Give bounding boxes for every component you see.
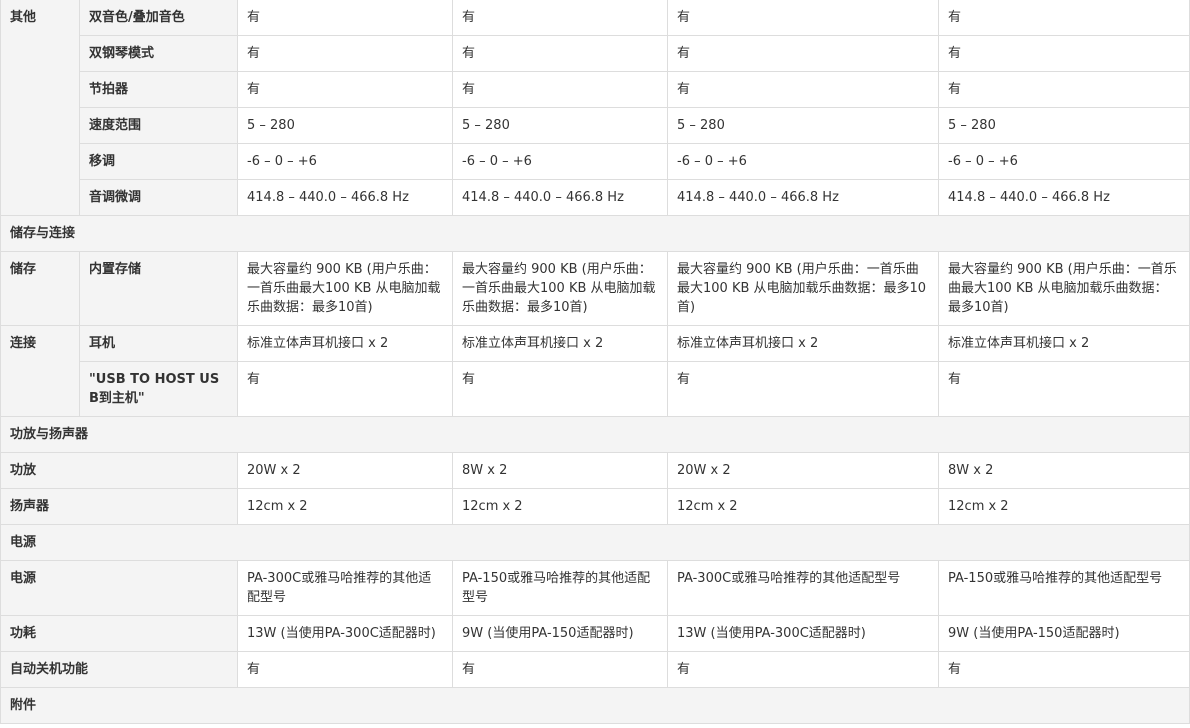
row-label: 音调微调 xyxy=(79,179,238,216)
cell-value: 414.8 – 440.0 – 466.8 Hz xyxy=(938,179,1190,216)
table-row: 自动关机功能 有 有 有 有 xyxy=(0,651,1190,688)
cell-value: 有 xyxy=(667,35,939,72)
row-label: 双音色/叠加音色 xyxy=(79,0,238,36)
cell-value: 414.8 – 440.0 – 466.8 Hz xyxy=(452,179,668,216)
cell-value: 12cm x 2 xyxy=(938,488,1190,525)
cell-value: 标准立体声耳机接口 x 2 xyxy=(452,325,668,362)
cell-value: 有 xyxy=(237,0,453,36)
table-row: 双钢琴模式 有 有 有 有 xyxy=(1,35,1190,72)
cell-value: 有 xyxy=(452,361,668,417)
cell-value: -6 – 0 – +6 xyxy=(237,143,453,180)
cell-value: 有 xyxy=(452,35,668,72)
cell-value: PA-150或雅马哈推荐的其他适配型号 xyxy=(938,560,1190,616)
table-row: 移调 -6 – 0 – +6 -6 – 0 – +6 -6 – 0 – +6 -… xyxy=(1,143,1190,180)
cell-value: 5 – 280 xyxy=(452,107,668,144)
cell-value: 有 xyxy=(938,0,1190,36)
section-title-amp: 功放与扬声器 xyxy=(0,416,1190,453)
table-row: 扬声器 12cm x 2 12cm x 2 12cm x 2 12cm x 2 xyxy=(0,488,1190,525)
table-row: 其他 双音色/叠加音色 有 有 有 有 xyxy=(0,0,1190,216)
cell-value: 标准立体声耳机接口 x 2 xyxy=(667,325,939,362)
cell-value: 标准立体声耳机接口 x 2 xyxy=(237,325,453,362)
table-row: 速度范围 5 – 280 5 – 280 5 – 280 5 – 280 xyxy=(1,107,1190,144)
cell-value: PA-300C或雅马哈推荐的其他适配型号 xyxy=(237,560,453,616)
cell-value: PA-300C或雅马哈推荐的其他适配型号 xyxy=(667,560,939,616)
row-label: 内置存储 xyxy=(79,251,238,326)
cell-value: 最大容量约 900 KB (用户乐曲：一首乐曲最大100 KB 从电脑加载乐曲数… xyxy=(237,251,453,326)
cell-value: 有 xyxy=(452,71,668,108)
section-row: 电源 xyxy=(0,524,1190,561)
cell-value: 有 xyxy=(938,35,1190,72)
section-title-accessories: 附件 xyxy=(0,687,1190,724)
cell-value: 有 xyxy=(667,0,939,36)
cell-value: 9W (当使用PA-150适配器时) xyxy=(938,615,1190,652)
table-row: 音调微调 414.8 – 440.0 – 466.8 Hz 414.8 – 44… xyxy=(1,179,1190,216)
cell-value: PA-150或雅马哈推荐的其他适配型号 xyxy=(452,560,668,616)
cell-value: 20W x 2 xyxy=(667,452,939,489)
cell-value: 8W x 2 xyxy=(938,452,1190,489)
cell-value: 5 – 280 xyxy=(237,107,453,144)
cell-value: 有 xyxy=(938,71,1190,108)
category-storage: 储存 xyxy=(0,251,80,326)
table-row: 储存 内置存储 最大容量约 900 KB (用户乐曲：一首乐曲最大100 KB … xyxy=(0,251,1190,326)
row-label: "USB TO HOST USB到主机" xyxy=(79,361,238,417)
category-other: 其他 xyxy=(0,0,80,216)
cell-value: 414.8 – 440.0 – 466.8 Hz xyxy=(667,179,939,216)
row-label: 扬声器 xyxy=(0,488,238,525)
row-label: 功耗 xyxy=(0,615,238,652)
row-label: 速度范围 xyxy=(79,107,238,144)
row-label: 耳机 xyxy=(79,325,238,362)
cell-value: 20W x 2 xyxy=(237,452,453,489)
section-row: 储存与连接 xyxy=(0,215,1190,252)
category-connect: 连接 xyxy=(0,325,80,417)
cell-value: 有 xyxy=(237,71,453,108)
section-title-storage: 储存与连接 xyxy=(0,215,1190,252)
section-title-power: 电源 xyxy=(0,524,1190,561)
cell-value: 有 xyxy=(667,651,939,688)
row-label: 节拍器 xyxy=(79,71,238,108)
cell-value: 最大容量约 900 KB (用户乐曲：一首乐曲最大100 KB 从电脑加载乐曲数… xyxy=(667,251,939,326)
cell-value: 最大容量约 900 KB (用户乐曲：一首乐曲最大100 KB 从电脑加载乐曲数… xyxy=(938,251,1190,326)
row-label: 移调 xyxy=(79,143,238,180)
row-label: 自动关机功能 xyxy=(0,651,238,688)
cell-value: 有 xyxy=(237,35,453,72)
cell-value: 12cm x 2 xyxy=(667,488,939,525)
section-row: 功放与扬声器 xyxy=(0,416,1190,453)
table-row: 连接 耳机 标准立体声耳机接口 x 2 标准立体声耳机接口 x 2 标准立体声耳… xyxy=(0,325,1190,417)
cell-value: 8W x 2 xyxy=(452,452,668,489)
section-row: 附件 xyxy=(0,687,1190,724)
spec-table: 其他 双音色/叠加音色 有 有 有 有 双钢琴模式 有 有 有 有 节拍器 有 … xyxy=(0,0,1190,724)
cell-value: 414.8 – 440.0 – 466.8 Hz xyxy=(237,179,453,216)
cell-value: 有 xyxy=(237,361,453,417)
cell-value: 有 xyxy=(237,651,453,688)
table-row: 电源 PA-300C或雅马哈推荐的其他适配型号 PA-150或雅马哈推荐的其他适… xyxy=(0,560,1190,616)
cell-value: 有 xyxy=(938,651,1190,688)
table-row: 功放 20W x 2 8W x 2 20W x 2 8W x 2 xyxy=(0,452,1190,489)
cell-value: 9W (当使用PA-150适配器时) xyxy=(452,615,668,652)
cell-value: 13W (当使用PA-300C适配器时) xyxy=(237,615,453,652)
cell-value: 12cm x 2 xyxy=(237,488,453,525)
table-row: 节拍器 有 有 有 有 xyxy=(1,71,1190,108)
cell-value: 标准立体声耳机接口 x 2 xyxy=(938,325,1190,362)
cell-value: 13W (当使用PA-300C适配器时) xyxy=(667,615,939,652)
table-row: "USB TO HOST USB到主机" 有 有 有 有 xyxy=(1,361,1190,417)
cell-value: 5 – 280 xyxy=(938,107,1190,144)
cell-value: 有 xyxy=(667,71,939,108)
row-label: 双钢琴模式 xyxy=(79,35,238,72)
cell-value: 最大容量约 900 KB (用户乐曲：一首乐曲最大100 KB 从电脑加载乐曲数… xyxy=(452,251,668,326)
cell-value: 有 xyxy=(667,361,939,417)
row-label: 功放 xyxy=(0,452,238,489)
cell-value: 有 xyxy=(452,0,668,36)
cell-value: -6 – 0 – +6 xyxy=(667,143,939,180)
cell-value: 有 xyxy=(938,361,1190,417)
cell-value: 12cm x 2 xyxy=(452,488,668,525)
row-label: 电源 xyxy=(0,560,238,616)
cell-value: -6 – 0 – +6 xyxy=(452,143,668,180)
table-row: 功耗 13W (当使用PA-300C适配器时) 9W (当使用PA-150适配器… xyxy=(0,615,1190,652)
cell-value: 5 – 280 xyxy=(667,107,939,144)
cell-value: -6 – 0 – +6 xyxy=(938,143,1190,180)
cell-value: 有 xyxy=(452,651,668,688)
